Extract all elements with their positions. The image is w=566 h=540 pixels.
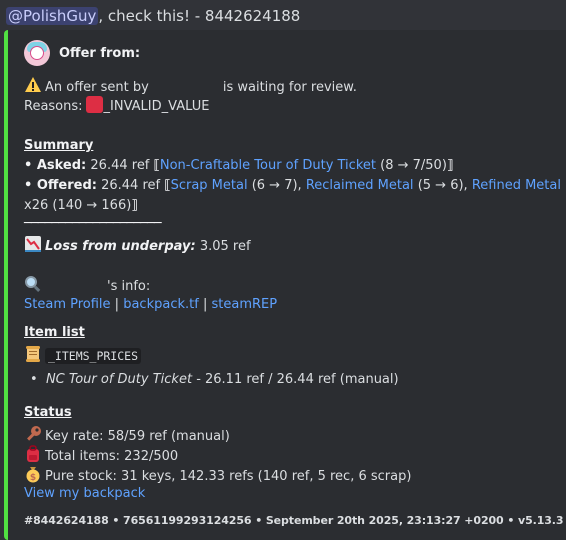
asked-line: • Asked: 26.44 ref ⟦Non-Craftable Tour o… (24, 158, 454, 173)
key-rate: Key rate: 58/59 ref (manual) (45, 429, 230, 444)
svg-text:$: $ (30, 473, 36, 483)
loss-line: Loss from underpay: 3.05 ref (24, 235, 251, 256)
review-pre: An offer sent by (45, 80, 149, 95)
money-bag-icon: $ (24, 465, 42, 483)
scroll-icon (24, 345, 42, 363)
reasons-line: Reasons: _INVALID_VALUE (24, 96, 209, 116)
info-suffix: 's info: (107, 279, 151, 294)
offered-item-refined-link[interactable]: Refined Metal (472, 178, 561, 193)
author-avatar (24, 40, 50, 66)
review-line: An offer sent by is waiting for review. (24, 76, 357, 97)
offered-label: • Offered: (24, 178, 97, 193)
user-mention[interactable]: @PolishGuy (6, 7, 99, 25)
summary-divider: ──────────────────── (24, 216, 162, 231)
chart-down-icon (24, 235, 42, 253)
asked-value: 26.44 ref (90, 158, 150, 173)
item-entry-name: NC Tour of Duty Ticket (45, 372, 193, 387)
offered-item-scrap-link[interactable]: Scrap Metal (171, 178, 248, 193)
backpack-tf-link[interactable]: backpack.tf (123, 297, 199, 312)
info-links: Steam Profile | backpack.tf | steamREP (24, 295, 277, 314)
total-items: Total items: 232/500 (45, 449, 179, 464)
message-header: @PolishGuy, check this! - 8442624188 (6, 4, 300, 28)
offered-refined-qty: x26 (140 → 166) (24, 198, 132, 213)
red-square-icon (85, 96, 103, 113)
items-prices-line: _ITEMS_PRICES (24, 345, 142, 366)
link-separator: | (114, 297, 120, 312)
offer-embed: Offer from: An offer sent by is waiting f… (4, 30, 566, 540)
reason-value: _INVALID_VALUE (103, 99, 210, 114)
key-icon (24, 425, 42, 443)
offered-line-2: x26 (140 → 166)⟧ (24, 198, 138, 213)
link-separator: | (202, 297, 208, 312)
item-entry: • NC Tour of Duty Ticket - 26.11 ref / 2… (30, 372, 399, 387)
info-line: 's info: (24, 275, 150, 296)
embed-author: Offer from: (24, 39, 140, 67)
status-title: Status (24, 405, 72, 420)
key-rate-line: Key rate: 58/59 ref (manual) (24, 425, 230, 446)
offered-qty-reclaimed: (5 → 6), (417, 178, 468, 193)
total-items-line: Total items: 232/500 (24, 445, 178, 466)
reasons-label: Reasons: (24, 99, 83, 114)
loss-label: Loss from underpay: (45, 239, 196, 254)
offered-line: • Offered: 26.44 ref ⟦Scrap Metal (6 → 7… (24, 178, 561, 193)
offered-value: 26.44 ref (101, 178, 161, 193)
offered-qty-scrap: (6 → 7), (251, 178, 302, 193)
header-text: , check this! - 8442624188 (98, 7, 301, 25)
steam-profile-link[interactable]: Steam Profile (24, 297, 111, 312)
author-name: Offer from: (59, 45, 141, 61)
pure-stock: Pure stock: 31 keys, 142.33 refs (140 re… (45, 469, 412, 484)
pure-stock-line: $ Pure stock: 31 keys, 142.33 refs (140 … (24, 465, 411, 486)
review-post: is waiting for review. (222, 80, 357, 95)
view-backpack-link[interactable]: View my backpack (24, 484, 145, 503)
summary-title: Summary (24, 138, 94, 153)
item-list-title: Item list (24, 325, 85, 340)
steamrep-link[interactable]: steamREP (211, 297, 277, 312)
asked-label: • Asked: (24, 158, 87, 173)
warning-icon (24, 76, 42, 94)
items-prices-code: _ITEMS_PRICES (45, 348, 142, 364)
loss-value: 3.05 ref (199, 239, 251, 254)
embed-footer: #8442624188 • 76561199293124256 • Septem… (24, 514, 564, 527)
magnifier-icon (24, 275, 42, 293)
asked-qty: (8 → 7/50) (380, 158, 447, 173)
offered-item-reclaimed-link[interactable]: Reclaimed Metal (306, 178, 414, 193)
asked-item-link[interactable]: Non-Craftable Tour of Duty Ticket (160, 158, 376, 173)
item-entry-prices: - 26.11 ref / 26.44 ref (manual) (196, 372, 399, 387)
backpack-icon (24, 445, 42, 463)
